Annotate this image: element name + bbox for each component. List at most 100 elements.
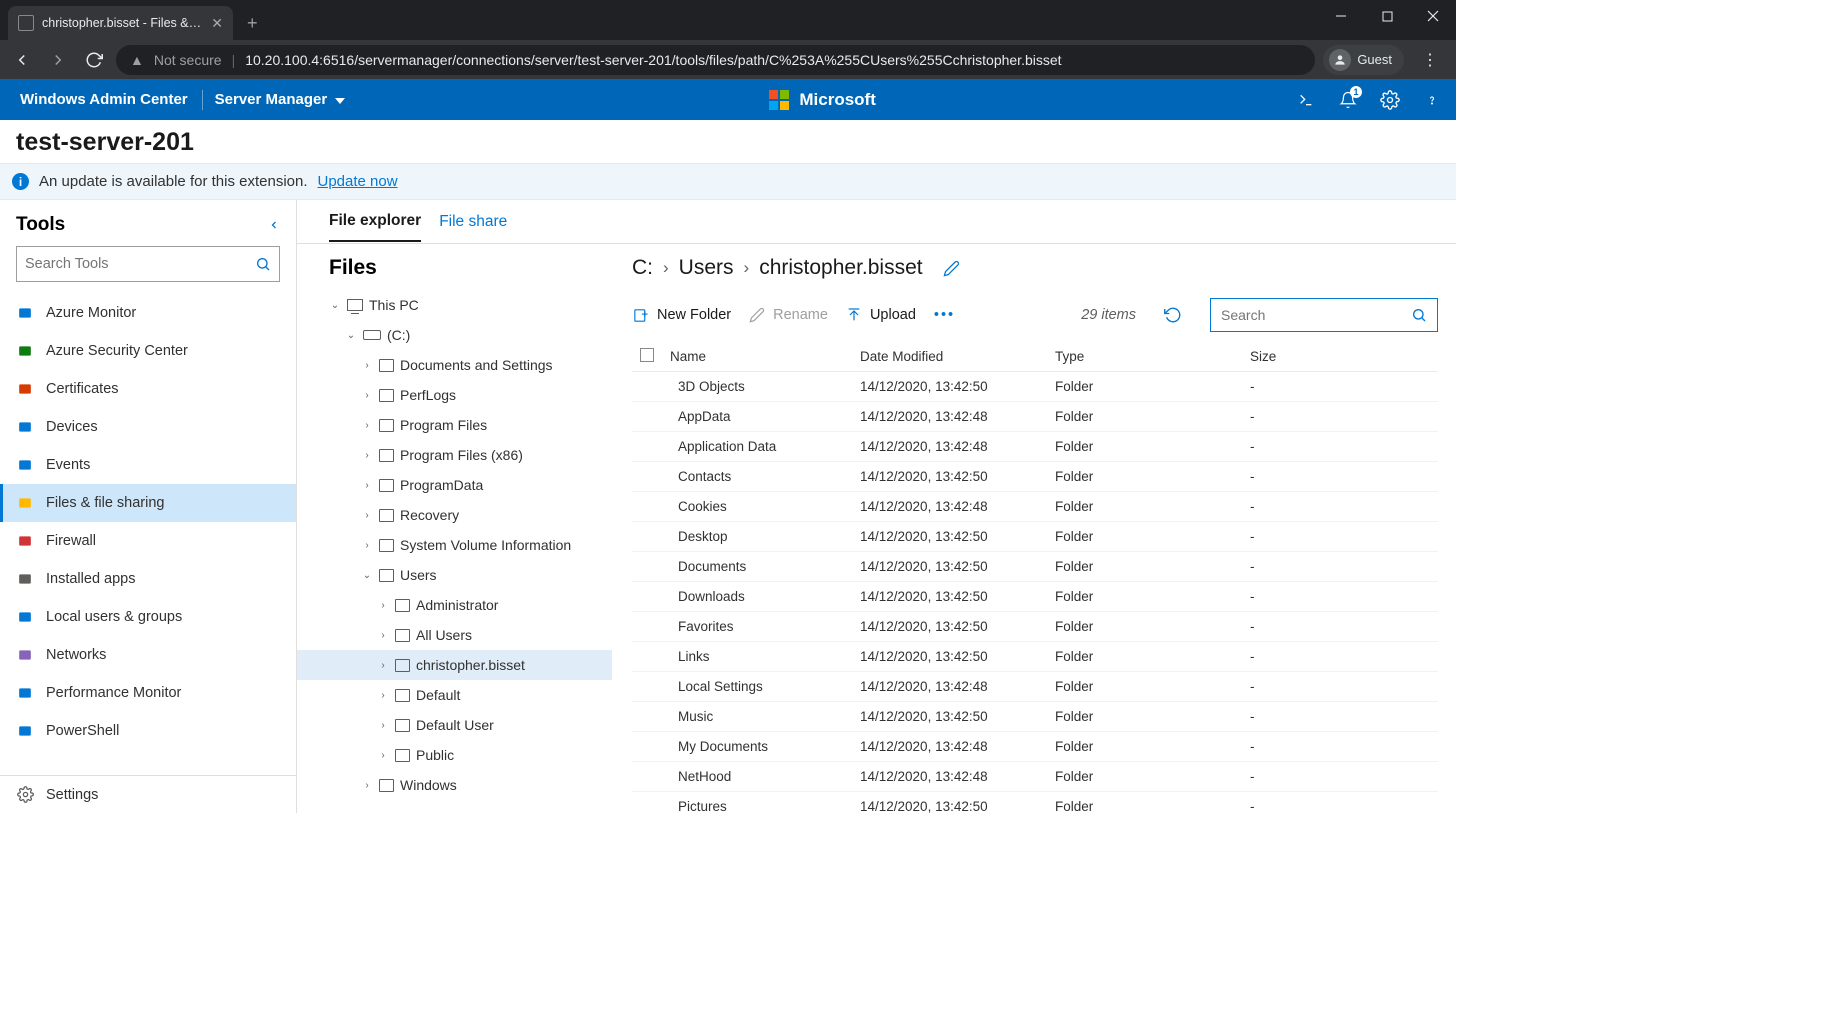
table-row[interactable]: Documents14/12/2020, 13:42:50Folder- bbox=[632, 552, 1438, 582]
tree-node[interactable]: ›PerfLogs bbox=[297, 380, 612, 410]
breadcrumb-segment[interactable]: christopher.bisset bbox=[759, 256, 922, 280]
tree-node[interactable]: ›System Volume Information bbox=[297, 530, 612, 560]
sidebar-item[interactable]: Certificates bbox=[0, 370, 296, 408]
edit-path-button[interactable] bbox=[943, 260, 960, 277]
tree-node[interactable]: ›Default bbox=[297, 680, 612, 710]
update-now-link[interactable]: Update now bbox=[318, 173, 398, 190]
tab-file-explorer[interactable]: File explorer bbox=[329, 202, 421, 242]
chevron-icon[interactable]: › bbox=[361, 510, 373, 521]
back-button[interactable] bbox=[8, 46, 36, 74]
column-size[interactable]: Size bbox=[1250, 349, 1330, 364]
help-button[interactable] bbox=[1420, 88, 1444, 112]
tree-node[interactable]: ›Program Files (x86) bbox=[297, 440, 612, 470]
tools-search-input[interactable] bbox=[25, 256, 255, 272]
sidebar-item[interactable]: Azure Monitor bbox=[0, 294, 296, 332]
chevron-icon[interactable]: › bbox=[361, 480, 373, 491]
breadcrumb-segment[interactable]: C: bbox=[632, 256, 653, 280]
tree-node[interactable]: ⌄Users bbox=[297, 560, 612, 590]
table-row[interactable]: Music14/12/2020, 13:42:50Folder- bbox=[632, 702, 1438, 732]
table-row[interactable]: Pictures14/12/2020, 13:42:50Folder- bbox=[632, 792, 1438, 813]
breadcrumb-segment[interactable]: Users bbox=[679, 256, 734, 280]
sidebar-item[interactable]: Files & file sharing bbox=[0, 484, 296, 522]
file-search-input[interactable] bbox=[1221, 307, 1411, 323]
sidebar-item[interactable]: Devices bbox=[0, 408, 296, 446]
chevron-icon[interactable]: › bbox=[377, 720, 389, 731]
table-row[interactable]: Local Settings14/12/2020, 13:42:48Folder… bbox=[632, 672, 1438, 702]
chevron-icon[interactable]: › bbox=[361, 390, 373, 401]
table-row[interactable]: Cookies14/12/2020, 13:42:48Folder- bbox=[632, 492, 1438, 522]
file-search[interactable] bbox=[1210, 298, 1438, 332]
table-row[interactable]: My Documents14/12/2020, 13:42:48Folder- bbox=[632, 732, 1438, 762]
table-row[interactable]: Contacts14/12/2020, 13:42:50Folder- bbox=[632, 462, 1438, 492]
forward-button[interactable] bbox=[44, 46, 72, 74]
tree-node[interactable]: ›Default User bbox=[297, 710, 612, 740]
tree-node[interactable]: ›ProgramData bbox=[297, 470, 612, 500]
column-type[interactable]: Type bbox=[1055, 349, 1250, 364]
sidebar-item[interactable]: Installed apps bbox=[0, 560, 296, 598]
new-folder-button[interactable]: New Folder bbox=[632, 307, 731, 324]
tree-node[interactable]: ⌄(C:) bbox=[297, 320, 612, 350]
minimize-button[interactable] bbox=[1318, 0, 1364, 32]
tools-list[interactable]: Azure MonitorAzure Security CenterCertif… bbox=[0, 294, 296, 775]
sidebar-item[interactable]: Local users & groups bbox=[0, 598, 296, 636]
table-row[interactable]: Favorites14/12/2020, 13:42:50Folder- bbox=[632, 612, 1438, 642]
refresh-button[interactable] bbox=[1164, 306, 1182, 324]
url-bar[interactable]: ▲ Not secure | 10.20.100.4:6516/serverma… bbox=[116, 45, 1315, 75]
settings-button[interactable] bbox=[1378, 88, 1402, 112]
table-row[interactable]: AppData14/12/2020, 13:42:48Folder- bbox=[632, 402, 1438, 432]
more-actions-button[interactable]: ••• bbox=[934, 307, 955, 323]
column-date[interactable]: Date Modified bbox=[860, 349, 1055, 364]
chevron-icon[interactable]: ⌄ bbox=[345, 330, 357, 341]
chevron-icon[interactable]: ⌄ bbox=[361, 570, 373, 581]
folder-tree[interactable]: ⌄This PC⌄(C:)›Documents and Settings›Per… bbox=[297, 290, 612, 813]
upload-button[interactable]: Upload bbox=[846, 307, 916, 323]
maximize-button[interactable] bbox=[1364, 0, 1410, 32]
close-icon[interactable]: ✕ bbox=[211, 15, 223, 32]
table-row[interactable]: Desktop14/12/2020, 13:42:50Folder- bbox=[632, 522, 1438, 552]
tree-node[interactable]: ›Administrator bbox=[297, 590, 612, 620]
sidebar-item[interactable]: Firewall bbox=[0, 522, 296, 560]
chevron-icon[interactable]: › bbox=[361, 540, 373, 551]
table-row[interactable]: Application Data14/12/2020, 13:42:48Fold… bbox=[632, 432, 1438, 462]
tree-node[interactable]: ›Program Files bbox=[297, 410, 612, 440]
chevron-icon[interactable]: › bbox=[377, 750, 389, 761]
table-row[interactable]: Downloads14/12/2020, 13:42:50Folder- bbox=[632, 582, 1438, 612]
chevron-icon[interactable]: › bbox=[361, 780, 373, 791]
tree-node[interactable]: ›Documents and Settings bbox=[297, 350, 612, 380]
chevron-icon[interactable]: › bbox=[361, 360, 373, 371]
powershell-console-button[interactable] bbox=[1294, 88, 1318, 112]
tree-node[interactable]: ›Public bbox=[297, 740, 612, 770]
table-row[interactable]: Links14/12/2020, 13:42:50Folder- bbox=[632, 642, 1438, 672]
browser-menu-button[interactable]: ⋮ bbox=[1412, 50, 1448, 70]
chevron-icon[interactable]: › bbox=[377, 600, 389, 611]
tree-node[interactable]: ›Recovery bbox=[297, 500, 612, 530]
sidebar-item[interactable]: PowerShell bbox=[0, 712, 296, 750]
table-row[interactable]: 3D Objects14/12/2020, 13:42:50Folder- bbox=[632, 372, 1438, 402]
sidebar-item-settings[interactable]: Settings bbox=[0, 775, 296, 813]
sidebar-item[interactable]: Networks bbox=[0, 636, 296, 674]
tree-node[interactable]: ⌄This PC bbox=[297, 290, 612, 320]
collapse-sidebar-button[interactable] bbox=[268, 218, 280, 232]
chevron-icon[interactable]: › bbox=[361, 420, 373, 431]
sidebar-item[interactable]: Performance Monitor bbox=[0, 674, 296, 712]
tree-node[interactable]: ›Windows bbox=[297, 770, 612, 800]
chevron-icon[interactable]: ⌄ bbox=[329, 300, 341, 311]
chevron-icon[interactable]: › bbox=[361, 450, 373, 461]
tools-search[interactable] bbox=[16, 246, 280, 282]
table-row[interactable]: NetHood14/12/2020, 13:42:48Folder- bbox=[632, 762, 1438, 792]
context-dropdown[interactable]: Server Manager bbox=[209, 91, 352, 108]
guest-profile-button[interactable]: Guest bbox=[1323, 45, 1404, 75]
chevron-icon[interactable]: › bbox=[377, 630, 389, 641]
notifications-button[interactable]: 1 bbox=[1336, 88, 1360, 112]
close-window-button[interactable] bbox=[1410, 0, 1456, 32]
reload-button[interactable] bbox=[80, 46, 108, 74]
browser-tab[interactable]: christopher.bisset - Files & file sh ✕ bbox=[8, 6, 233, 40]
new-tab-button[interactable]: + bbox=[233, 6, 272, 40]
chevron-icon[interactable]: › bbox=[377, 660, 389, 671]
chevron-icon[interactable]: › bbox=[377, 690, 389, 701]
select-all-checkbox[interactable] bbox=[640, 348, 654, 362]
tree-node[interactable]: ›All Users bbox=[297, 620, 612, 650]
sidebar-item[interactable]: Events bbox=[0, 446, 296, 484]
tree-node[interactable]: ›christopher.bisset bbox=[297, 650, 612, 680]
column-name[interactable]: Name bbox=[670, 349, 860, 364]
